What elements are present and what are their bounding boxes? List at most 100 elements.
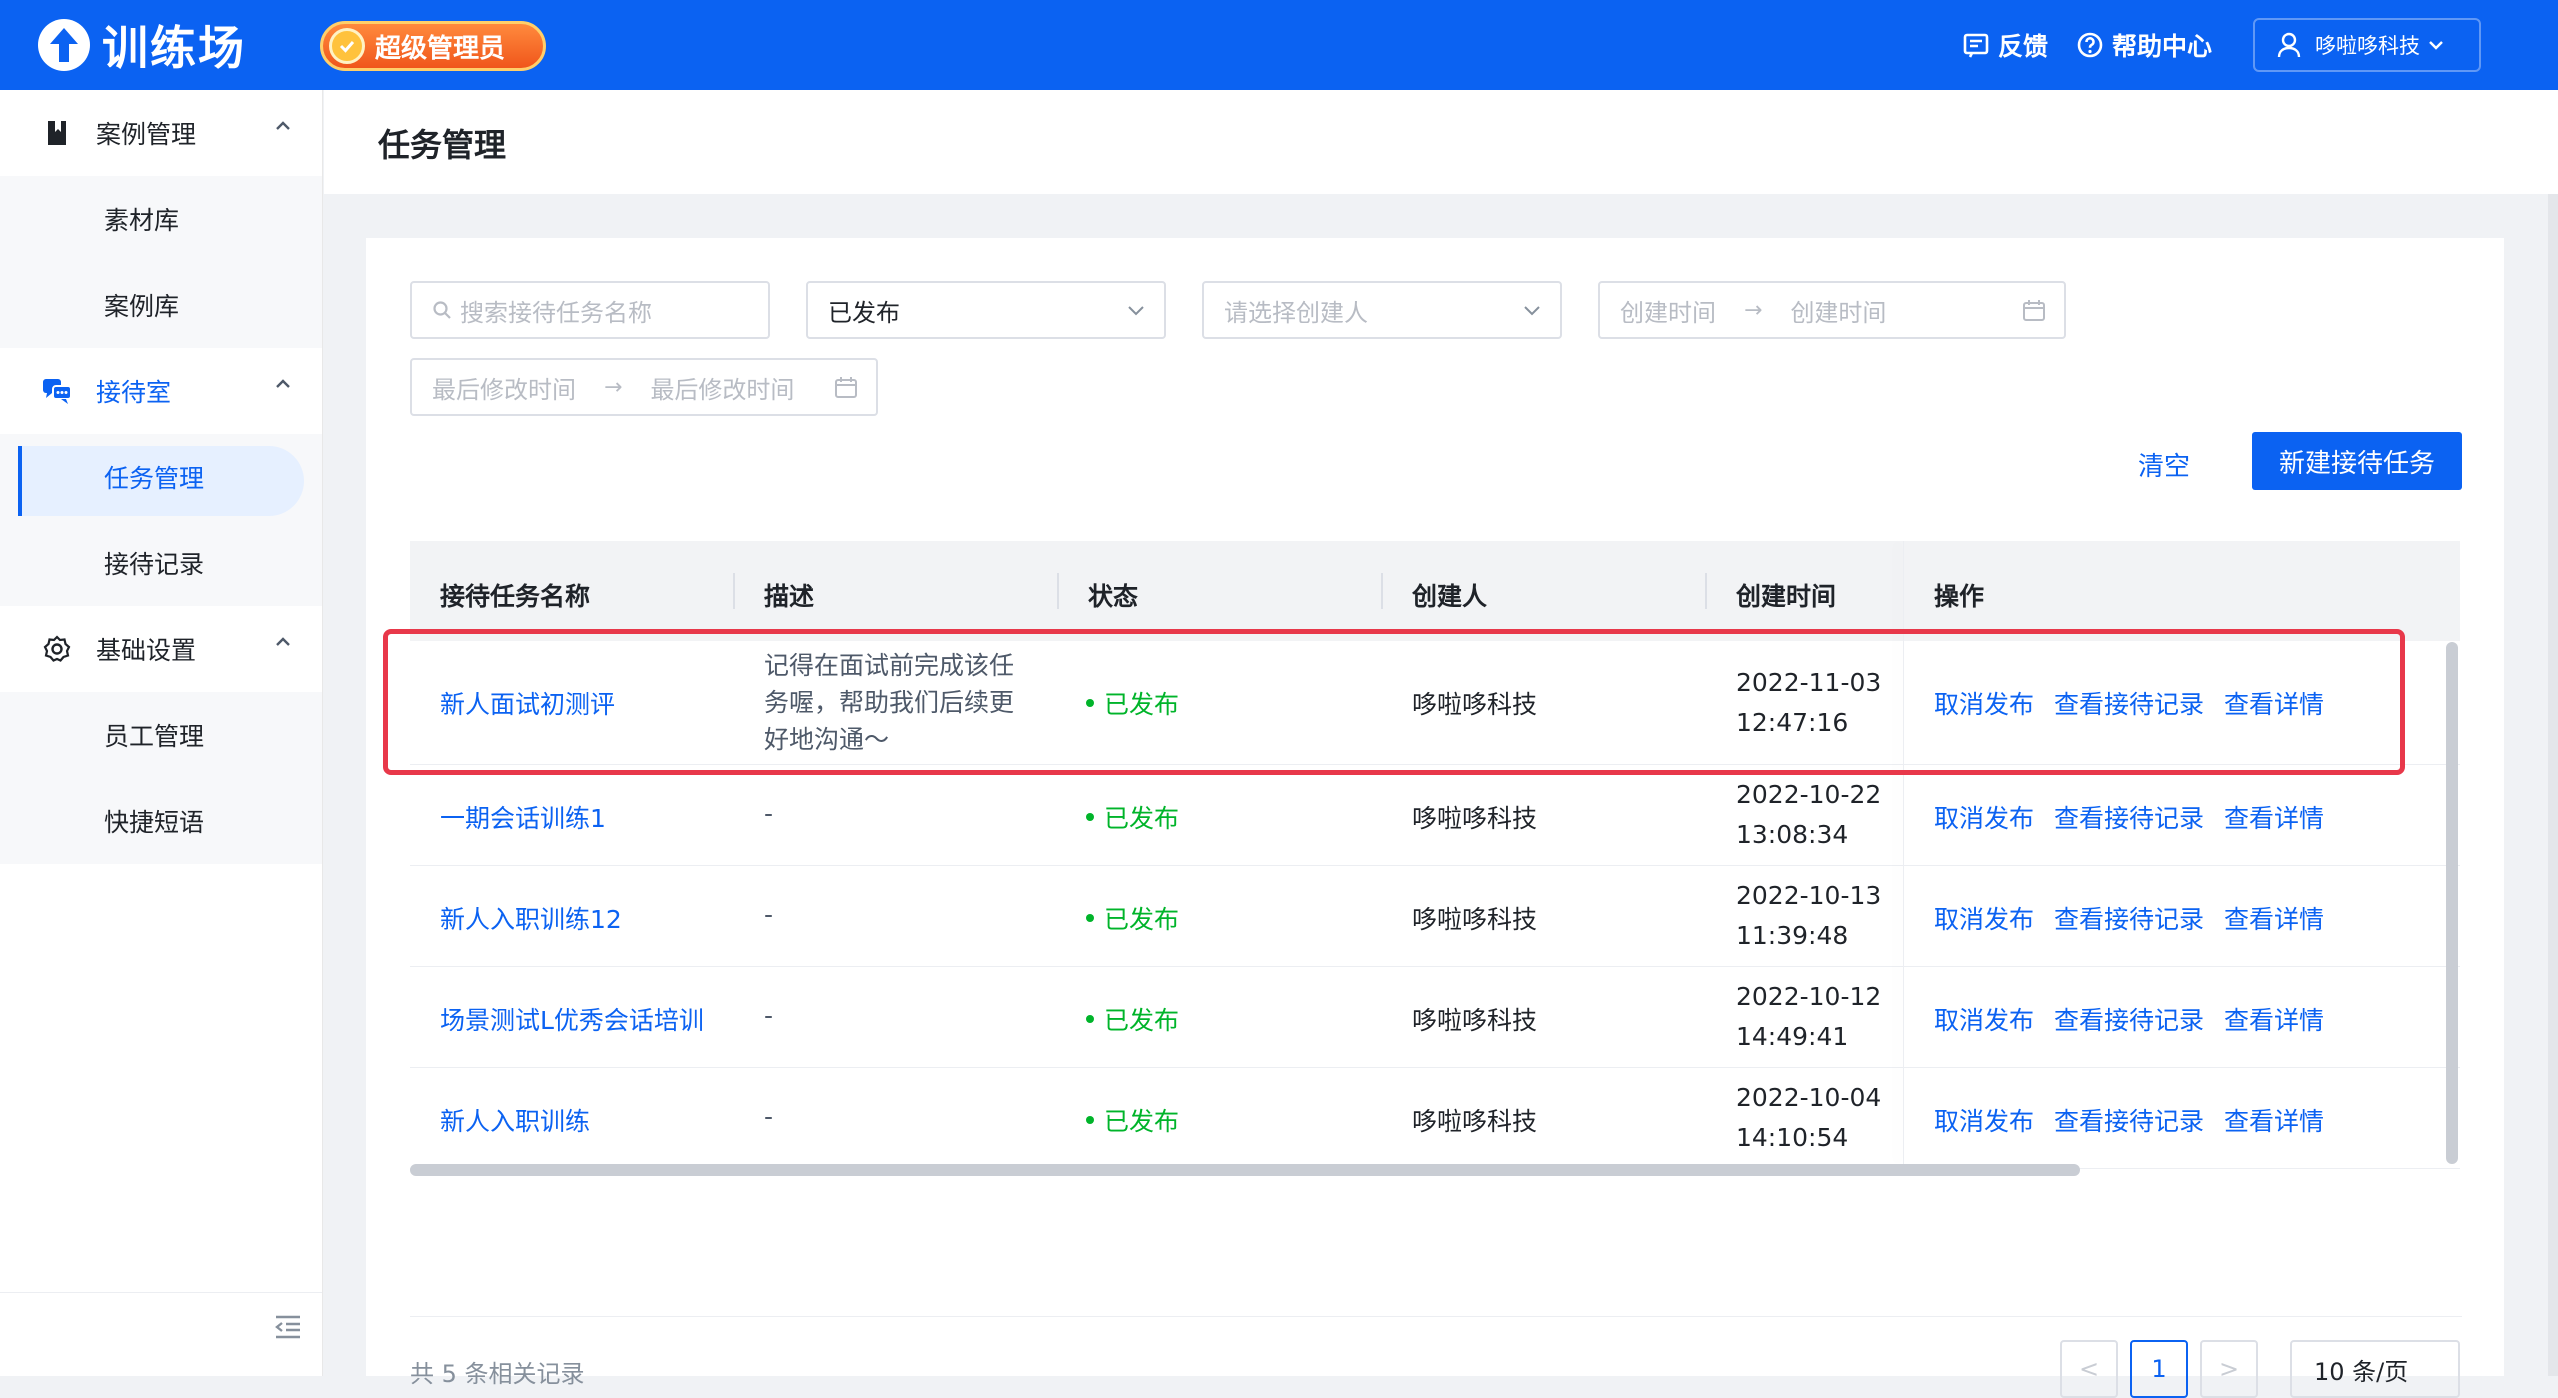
search-placeholder: 搜索接待任务名称 (460, 298, 652, 327)
status-dot (1086, 1116, 1094, 1124)
created-clock: 13:08:34 (1736, 820, 1849, 849)
app-logo[interactable]: 训练场 (38, 14, 246, 76)
logo-arrow-icon (38, 19, 90, 71)
column-header-desc: 描述 (764, 582, 815, 611)
created-time-range[interactable]: 创建时间 → 创建时间 (1598, 281, 2066, 339)
sidebar-group-label: 案例管理 (96, 120, 197, 149)
prev-page-button[interactable]: < (2060, 1340, 2118, 1398)
chevron-down-icon (1522, 299, 1542, 321)
status-badge: 已发布 (1086, 1102, 1179, 1138)
created-clock: 14:49:41 (1736, 1022, 1849, 1051)
column-header-actions: 操作 (1934, 582, 1985, 611)
column-divider (733, 573, 735, 609)
table-header: 接待任务名称 描述 状态 创建人 创建时间 操作 (410, 541, 2460, 641)
sidebar-group-settings[interactable]: 基础设置 (0, 606, 322, 692)
created-date: 2022-10-22 (1736, 780, 1882, 809)
search-input[interactable]: 搜索接待任务名称 (410, 281, 770, 339)
status-badge: 已发布 (1086, 799, 1179, 835)
view-records-link[interactable]: 查看接待记录 (2054, 1102, 2204, 1138)
pagination-divider (410, 1316, 2462, 1317)
sidebar-item-materials[interactable]: 素材库 (0, 176, 322, 262)
created-date: 2022-10-13 (1736, 881, 1882, 910)
table-row: 一期会话训练1 - 已发布 哆啦哆科技 2022-10-22 13:08:34 … (410, 765, 2460, 866)
page-header: 任务管理 (324, 90, 2558, 194)
search-icon (432, 300, 452, 320)
chevron-down-icon (1126, 299, 1146, 321)
unpublish-link[interactable]: 取消发布 (1934, 1001, 2034, 1037)
sidebar-item-case-library[interactable]: 案例库 (0, 262, 322, 348)
gear-icon (42, 634, 72, 664)
sidebar-submenu-reception: 任务管理 接待记录 (0, 434, 322, 606)
next-page-button[interactable]: > (2200, 1340, 2258, 1398)
modified-time-range[interactable]: 最后修改时间 → 最后修改时间 (410, 358, 878, 416)
view-details-link[interactable]: 查看详情 (2224, 900, 2324, 936)
unpublish-link[interactable]: 取消发布 (1934, 900, 2034, 936)
status-dot (1086, 813, 1094, 821)
feedback-link[interactable]: 反馈 (1962, 26, 2048, 64)
table-horizontal-scrollbar[interactable] (410, 1164, 2080, 1176)
clear-button[interactable]: 清空 (2138, 446, 2190, 483)
sidebar-group-cases[interactable]: 案例管理 (0, 90, 322, 176)
unpublish-link[interactable]: 取消发布 (1934, 799, 2034, 835)
help-center-label: 帮助中心 (2112, 32, 2213, 61)
creator-name: 哆啦哆科技 (1412, 1107, 1538, 1136)
table-vertical-scrollbar[interactable] (2446, 642, 2458, 1164)
created-time: 2022-10-12 14:49:41 (1736, 977, 1881, 1057)
sidebar-item-reception-records[interactable]: 接待记录 (0, 520, 322, 606)
column-header-created: 创建时间 (1736, 582, 1837, 611)
chevron-up-icon (274, 636, 292, 648)
new-task-button[interactable]: 新建接待任务 (2252, 432, 2462, 490)
table-row: 新人入职训练12 - 已发布 哆啦哆科技 2022-10-13 11:39:48… (410, 866, 2460, 967)
column-divider (1381, 573, 1383, 609)
view-records-link[interactable]: 查看接待记录 (2054, 900, 2204, 936)
view-details-link[interactable]: 查看详情 (2224, 799, 2324, 835)
sidebar-footer (0, 1292, 322, 1376)
modified-start-placeholder: 最后修改时间 (432, 375, 576, 404)
user-name: 哆啦哆科技 (2315, 34, 2420, 58)
row-actions: 取消发布 查看接待记录 查看详情 (1934, 900, 2344, 936)
sidebar-item-label: 案例库 (104, 292, 180, 321)
page-scrollbar[interactable] (2548, 194, 2558, 1376)
unpublish-link[interactable]: 取消发布 (1934, 1102, 2034, 1138)
page-title: 任务管理 (378, 126, 507, 164)
help-center-link[interactable]: 帮助中心 (2076, 26, 2212, 64)
created-time: 2022-10-04 14:10:54 (1736, 1078, 1881, 1158)
calendar-icon (2022, 299, 2046, 323)
created-end-placeholder: 创建时间 (1790, 298, 1887, 327)
status-badge: 已发布 (1086, 900, 1179, 936)
status-select[interactable]: 已发布 (806, 281, 1166, 339)
task-name-link[interactable]: 场景测试L优秀会话培训 (440, 1001, 704, 1037)
top-header: 训练场 超级管理员 反馈 帮助中心 哆啦哆科技 (0, 0, 2558, 90)
sidebar-item-label: 员工管理 (104, 722, 205, 751)
created-time: 2022-10-13 11:39:48 (1736, 876, 1881, 956)
sidebar-item-staff[interactable]: 员工管理 (0, 692, 322, 778)
user-icon (2277, 32, 2301, 58)
status-select-value: 已发布 (828, 298, 900, 327)
task-name-link[interactable]: 新人入职训练 (440, 1102, 590, 1138)
sidebar-item-label: 快捷短语 (104, 808, 205, 837)
user-menu[interactable]: 哆啦哆科技 (2253, 18, 2481, 72)
page-1-button[interactable]: 1 (2130, 1340, 2188, 1398)
sidebar-item-task-management[interactable]: 任务管理 (0, 434, 322, 520)
task-description: - (764, 1102, 774, 1131)
column-header-status: 状态 (1088, 582, 1139, 611)
collapse-menu-icon[interactable] (272, 1313, 304, 1341)
view-details-link[interactable]: 查看详情 (2224, 1001, 2324, 1037)
range-arrow: → (604, 374, 623, 400)
page-size-select[interactable]: 10 条/页 (2290, 1340, 2460, 1398)
task-description: - (764, 799, 774, 828)
sidebar-group-reception[interactable]: 接待室 (0, 348, 322, 434)
status-text: 已发布 (1104, 1006, 1180, 1035)
sidebar-item-label: 接待记录 (104, 550, 205, 579)
view-records-link[interactable]: 查看接待记录 (2054, 799, 2204, 835)
creator-select[interactable]: 请选择创建人 (1202, 281, 1562, 339)
view-records-link[interactable]: 查看接待记录 (2054, 1001, 2204, 1037)
row-highlight-box (383, 629, 2405, 775)
task-name-link[interactable]: 新人入职训练12 (440, 900, 622, 936)
task-name-link[interactable]: 一期会话训练1 (440, 799, 606, 835)
table-row: 场景测试L优秀会话培训 - 已发布 哆啦哆科技 2022-10-12 14:49… (410, 967, 2460, 1068)
created-time: 2022-10-22 13:08:34 (1736, 775, 1881, 855)
sidebar-item-quick-phrases[interactable]: 快捷短语 (0, 778, 322, 864)
table-row: 新人入职训练 - 已发布 哆啦哆科技 2022-10-04 14:10:54 取… (410, 1068, 2460, 1169)
view-details-link[interactable]: 查看详情 (2224, 1102, 2324, 1138)
